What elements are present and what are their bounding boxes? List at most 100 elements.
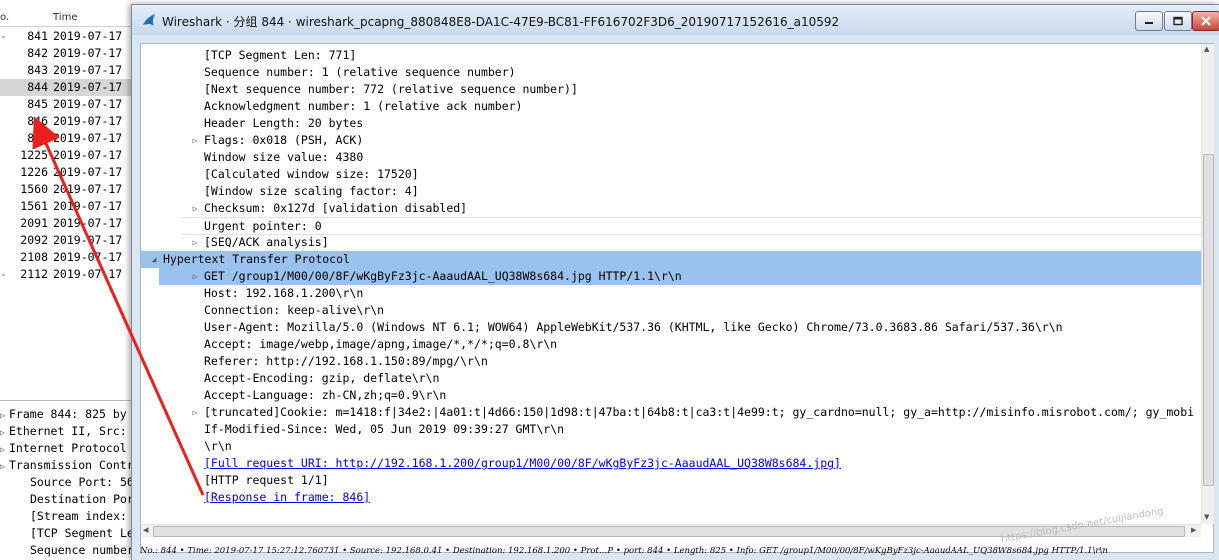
packet-no: 2108	[20, 250, 48, 264]
packet-no: 1560	[20, 182, 48, 196]
tree-item-label: Checksum: 0x127d [validation disabled]	[204, 201, 468, 215]
packet-no: 843	[27, 63, 48, 77]
detail-tree-item[interactable]: Source Port: 56	[30, 474, 134, 491]
expand-triangle-icon[interactable]: ▷	[0, 407, 9, 424]
detail-tree-item[interactable]: Sequence number	[30, 542, 134, 559]
packet-list-row[interactable]: 846 2019-07-17	[0, 113, 136, 130]
detail-tree-label: Ethernet II, Src:	[9, 424, 127, 438]
packet-list-row[interactable]: 2091 2019-07-17	[0, 215, 136, 232]
packet-no: 1225	[20, 148, 48, 162]
packet-no: 1226	[20, 165, 48, 179]
packet-time: 2019-07-17	[53, 131, 123, 145]
packet-time: 2019-07-17	[53, 250, 123, 264]
scroll-left-icon[interactable]: ◀	[143, 526, 148, 534]
expand-triangle-icon[interactable]: ▷	[0, 441, 9, 458]
packet-list-row[interactable]: 1560 2019-07-17	[0, 181, 136, 198]
detail-tree-item[interactable]: ▷ Internet Protocol	[0, 440, 127, 458]
tree-item-label: \r\n	[204, 439, 232, 453]
packet-list-row[interactable]: 1226 2019-07-17	[0, 164, 136, 181]
detail-tree-item[interactable]: ▷ Frame 844: 825 by	[0, 406, 127, 424]
expand-triangle-icon[interactable]: ▷	[190, 132, 200, 149]
detail-tree-item[interactable]: [TCP Segment Le	[30, 525, 134, 542]
tree-item-label: Host: 192.168.1.200\r\n	[204, 286, 364, 300]
packet-list-row[interactable]: 2108 2019-07-17	[0, 249, 136, 266]
minimize-icon	[1145, 22, 1153, 24]
packet-no: 2092	[20, 233, 48, 247]
expand-triangle-icon[interactable]: ▷	[0, 458, 9, 475]
vertical-scroll-thumb[interactable]	[1203, 154, 1214, 486]
tree-item-label: [Next sequence number: 772 (relative seq…	[204, 82, 578, 96]
close-icon	[1201, 16, 1211, 26]
protocol-tree[interactable]: [TCP Segment Len: 771] Sequence number: 1…	[141, 44, 1201, 524]
row-marker: -	[0, 29, 7, 43]
packet-time: 2019-07-17	[53, 199, 123, 213]
packet-list-row[interactable]: -2112 2019-07-17	[0, 266, 136, 283]
detail-tree-label: Sequence number	[30, 543, 134, 557]
packet-no: 2112	[20, 267, 48, 281]
wireshark-fin-icon	[143, 14, 155, 26]
packet-list-row[interactable]: 2092 2019-07-17	[0, 232, 136, 249]
close-button[interactable]	[1192, 11, 1219, 31]
expand-triangle-icon[interactable]: ▷	[190, 404, 200, 421]
window-title: Wireshark · 分组 844 · wireshark_pcapng_88…	[162, 15, 840, 29]
packet-list-row[interactable]: 843 2019-07-17	[0, 62, 136, 79]
packet-time: 2019-07-17	[53, 216, 123, 230]
packet-time: 2019-07-17	[53, 63, 123, 77]
expand-triangle-icon[interactable]: ▷	[0, 424, 9, 441]
packet-no: 842	[27, 46, 48, 60]
tree-item-label: Accept-Encoding: gzip, deflate\r\n	[204, 371, 440, 385]
packet-list-row[interactable]: 1561 2019-07-17	[0, 198, 136, 215]
tree-item-label: [truncated]Cookie: m=1418:f|34e2:|4a01:t…	[204, 405, 1195, 419]
tree-item[interactable]: ▷ GET /group1/M00/00/8F/wKgByFz3jc-AaaudA…	[159, 268, 1201, 285]
detail-tree-label: Frame 844: 825 by	[9, 407, 127, 421]
detail-tree-label: Internet Protocol	[9, 441, 127, 455]
detail-tree-item[interactable]: ▷ Transmission Contr	[0, 457, 134, 475]
tree-item-label: Referer: http://192.168.1.150:89/mpg/\r\…	[204, 354, 488, 368]
packet-list-row[interactable]: 850 2019-07-17	[0, 130, 136, 147]
vertical-scrollbar[interactable]: ▲ ▼	[1201, 44, 1214, 524]
detail-tree-label: Destination Por	[30, 492, 134, 506]
packet-time: 2019-07-17	[53, 80, 123, 94]
column-no[interactable]: o.	[0, 12, 9, 23]
packet-list-row[interactable]: 845 2019-07-17	[0, 96, 136, 113]
packet-no: 841	[27, 29, 48, 43]
packet-time: 2019-07-17	[53, 97, 123, 111]
packet-time: 2019-07-17	[53, 29, 123, 43]
tree-item-label: User-Agent: Mozilla/5.0 (Windows NT 6.1;…	[204, 320, 1063, 334]
expand-triangle-icon[interactable]: ▷	[190, 200, 200, 217]
packet-detail-pane: [TCP Segment Len: 771] Sequence number: 1…	[140, 43, 1214, 553]
tree-item-label: [HTTP request 1/1]	[204, 473, 329, 487]
background-packet-detail: ▷ Frame 844: 825 by ▷ Ethernet II, Src: ▷ Int…	[0, 400, 136, 560]
packet-list-row[interactable]: 842 2019-07-17	[0, 45, 136, 62]
packet-no: 1561	[20, 199, 48, 213]
tree-item-label: If-Modified-Since: Wed, 05 Jun 2019 09:3…	[204, 422, 565, 436]
packet-time: 2019-07-17	[53, 233, 123, 247]
tree-item[interactable]: ◢ Hypertext Transfer Protocol	[141, 251, 1201, 268]
background-packet-list: o. Time - 841 2019-07-17 842 2019-07-17 843 20…	[0, 0, 136, 400]
packet-list-row[interactable]: - 841 2019-07-17	[0, 28, 136, 45]
packet-time: 2019-07-17	[53, 114, 123, 128]
minimize-button[interactable]	[1135, 11, 1163, 31]
detail-tree-label: Source Port: 56	[30, 475, 134, 489]
tree-item-label: Accept: image/webp,image/apng,image/*,*/…	[204, 337, 558, 351]
packet-time: 2019-07-17	[53, 46, 123, 60]
expand-triangle-icon[interactable]: ▷	[190, 234, 200, 251]
packet-list-row[interactable]: 1225 2019-07-17	[0, 147, 136, 164]
tree-item-label: Hypertext Transfer Protocol	[163, 252, 350, 266]
scroll-down-icon[interactable]: ▼	[1204, 513, 1209, 521]
column-time[interactable]: Time	[53, 12, 77, 23]
title-bar[interactable]: Wireshark · 分组 844 · wireshark_pcapng_88…	[132, 5, 1219, 35]
tree-link-label[interactable]: [Full request URI: http://192.168.1.200/…	[204, 455, 841, 472]
detail-tree-item[interactable]: ▷ Ethernet II, Src:	[0, 423, 127, 441]
scroll-right-icon[interactable]: ▶	[1191, 526, 1196, 534]
detail-tree-item[interactable]: Destination Por	[30, 491, 134, 508]
tree-item[interactable]: Urgent pointer: 0	[181, 217, 1201, 235]
packet-list-row[interactable]: 844 2019-07-17	[0, 79, 136, 96]
tree-link-label[interactable]: [Response in frame: 846]	[204, 489, 370, 506]
tree-item-label: Sequence number: 1 (relative sequence nu…	[204, 65, 516, 79]
scroll-up-icon[interactable]: ▲	[1204, 45, 1209, 53]
maximize-button[interactable]	[1164, 11, 1192, 31]
collapse-triangle-icon[interactable]: ◢	[149, 251, 159, 268]
detail-tree-item[interactable]: [Stream index:	[30, 508, 127, 525]
expand-triangle-icon[interactable]: ▷	[190, 268, 200, 285]
